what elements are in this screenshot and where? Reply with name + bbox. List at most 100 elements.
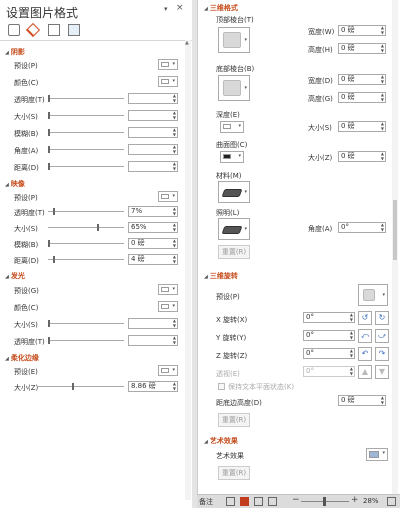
depth-color-picker[interactable]: ▾ bbox=[220, 121, 244, 133]
bottom-bevel-height-input[interactable]: 0 磅 ▲ ▼ bbox=[338, 92, 386, 103]
rotation-3d-reset-button[interactable]: 重置(R) bbox=[218, 413, 250, 427]
fill-line-icon[interactable] bbox=[8, 24, 20, 36]
soft-edges-size-thumb[interactable] bbox=[72, 383, 74, 390]
reflection-section-header[interactable]: ◢ 映像 bbox=[5, 179, 25, 189]
bottom-bevel-picker[interactable]: ▾ bbox=[218, 75, 250, 101]
top-bevel-height-input[interactable]: 0 磅 ▲ ▼ bbox=[338, 43, 386, 54]
glow-color-picker[interactable]: ▾ bbox=[158, 301, 178, 312]
shadow-size-input[interactable]: ▲ ▼ bbox=[128, 110, 178, 121]
normal-view-icon[interactable] bbox=[226, 497, 235, 506]
reflection-blur-input[interactable]: 0 磅 ▲ ▼ bbox=[128, 238, 178, 249]
shadow-color-picker[interactable]: ▾ bbox=[158, 76, 178, 87]
format-3d-section-header[interactable]: ◢ 三维格式 bbox=[204, 3, 238, 13]
top-bevel-width-input[interactable]: 0 磅 ▲ ▼ bbox=[338, 25, 386, 36]
rotate-up-icon[interactable]: ⤺ bbox=[358, 329, 372, 343]
right-pane-scrollbar[interactable] bbox=[392, 0, 398, 494]
shadow-distance-input[interactable]: ▲ ▼ bbox=[128, 161, 178, 172]
zoom-level[interactable]: 28% bbox=[363, 497, 379, 505]
glow-size-input[interactable]: ▲ ▼ bbox=[128, 318, 178, 329]
reading-view-icon[interactable] bbox=[254, 497, 263, 506]
reflection-distance-slider[interactable] bbox=[48, 259, 124, 260]
zoom-out-button[interactable]: − bbox=[292, 495, 300, 505]
rotation-preset-picker[interactable]: ▾ bbox=[358, 284, 388, 306]
rotate-left-icon[interactable]: ↺ bbox=[358, 311, 372, 325]
material-picker[interactable]: ▾ bbox=[218, 181, 250, 203]
reflection-size-input[interactable]: 65% ▲ ▼ bbox=[128, 222, 178, 233]
distance-from-ground-input[interactable]: 0 磅 ▲ ▼ bbox=[338, 395, 386, 406]
glow-transparency-slider[interactable] bbox=[48, 340, 124, 341]
reflection-size-thumb[interactable] bbox=[97, 224, 100, 231]
artistic-effects-section-header[interactable]: ◢ 艺术效果 bbox=[204, 436, 238, 446]
shadow-preset-picker[interactable]: ▾ bbox=[158, 59, 178, 70]
pane-options-dropdown[interactable]: ▾ bbox=[164, 5, 168, 13]
lighting-picker[interactable]: ▾ bbox=[218, 218, 250, 240]
z-rotation-input[interactable]: 0° ▲ ▼ bbox=[303, 348, 355, 359]
shadow-transparency-slider[interactable] bbox=[48, 98, 124, 99]
shadow-distance-thumb[interactable] bbox=[48, 163, 50, 170]
shadow-transparency-thumb[interactable] bbox=[48, 95, 50, 102]
notes-button[interactable]: 备注 bbox=[199, 497, 213, 507]
pane-close-button[interactable]: × bbox=[176, 3, 184, 13]
slide-sorter-icon[interactable] bbox=[240, 497, 249, 506]
slideshow-icon[interactable] bbox=[268, 497, 277, 506]
glow-transparency-input[interactable]: ▲ ▼ bbox=[128, 335, 178, 346]
lighting-angle-input[interactable]: 0° ▲ ▼ bbox=[338, 222, 386, 233]
perspective-up-icon[interactable]: ▲ bbox=[358, 365, 372, 379]
reflection-transparency-input[interactable]: 7% ▲ ▼ bbox=[128, 206, 178, 217]
picture-icon[interactable] bbox=[68, 24, 80, 36]
zoom-slider-thumb[interactable] bbox=[323, 497, 327, 506]
perspective-down-icon[interactable]: ▼ bbox=[375, 365, 389, 379]
left-pane-scrollbar[interactable]: ▲ bbox=[185, 40, 191, 500]
shadow-angle-slider[interactable] bbox=[48, 149, 124, 150]
soft-edges-size-slider[interactable] bbox=[38, 386, 124, 387]
reflection-preset-picker[interactable]: ▾ bbox=[158, 191, 178, 202]
shadow-transparency-input[interactable]: ▲ ▼ bbox=[128, 93, 178, 104]
bottom-bevel-width-input[interactable]: 0 磅 ▲ ▼ bbox=[338, 74, 386, 85]
glow-size-slider[interactable] bbox=[48, 323, 124, 324]
contour-size-input[interactable]: 0 磅 ▲ ▼ bbox=[338, 151, 386, 162]
format-3d-reset-button[interactable]: 重置(R) bbox=[218, 245, 250, 259]
effects-icon[interactable] bbox=[25, 22, 41, 38]
contour-color-picker[interactable]: ▾ bbox=[220, 151, 244, 163]
fit-to-window-icon[interactable] bbox=[387, 497, 396, 506]
shadow-distance-slider[interactable] bbox=[48, 166, 124, 167]
shadow-size-slider[interactable] bbox=[48, 115, 124, 116]
rotate-cw-icon[interactable]: ↷ bbox=[375, 347, 389, 361]
glow-section-header[interactable]: ◢ 发光 bbox=[5, 271, 25, 281]
reflection-blur-slider[interactable] bbox=[48, 243, 124, 244]
depth-size-input[interactable]: 0 磅 ▲ ▼ bbox=[338, 121, 386, 132]
shadow-size-thumb[interactable] bbox=[48, 112, 50, 119]
rotate-down-icon[interactable]: ⤻ bbox=[375, 329, 389, 343]
reflection-transparency-thumb[interactable] bbox=[53, 208, 56, 215]
rotate-right-icon[interactable]: ↻ bbox=[375, 311, 389, 325]
glow-transparency-thumb[interactable] bbox=[48, 337, 50, 344]
glow-preset-picker[interactable]: ▾ bbox=[158, 284, 178, 295]
reflection-distance-thumb[interactable] bbox=[53, 256, 55, 263]
reflection-blur-thumb[interactable] bbox=[48, 240, 50, 247]
reflection-transparency-slider[interactable] bbox=[48, 211, 124, 212]
artistic-effects-picker[interactable]: ▾ bbox=[366, 448, 388, 461]
top-bevel-picker[interactable]: ▾ bbox=[218, 27, 250, 53]
y-rotation-input[interactable]: 0° ▲ ▼ bbox=[303, 330, 355, 341]
reflection-distance-input[interactable]: 4 磅 ▲ ▼ bbox=[128, 254, 178, 265]
zoom-in-button[interactable]: + bbox=[351, 495, 359, 505]
format-picture-pane: 设置图片格式 ▾ × ◢ 阴影 预设(P) ▾ 颜色(C) ▾ 透明度(T) ▲ ▼… bbox=[0, 0, 192, 508]
artistic-effects-reset-button[interactable]: 重置(R) bbox=[218, 466, 250, 480]
glow-size-thumb[interactable] bbox=[48, 320, 50, 327]
shadow-section-header[interactable]: ◢ 阴影 bbox=[5, 47, 25, 57]
soft-edges-preset-picker[interactable]: ▾ bbox=[158, 365, 178, 376]
x-rotation-input[interactable]: 0° ▲ ▼ bbox=[303, 312, 355, 323]
shadow-blur-thumb[interactable] bbox=[48, 129, 50, 136]
rotate-ccw-icon[interactable]: ↶ bbox=[358, 347, 372, 361]
size-properties-icon[interactable] bbox=[48, 24, 60, 36]
soft-edges-section-header[interactable]: ◢ 柔化边缘 bbox=[5, 353, 39, 363]
soft-edges-size-input[interactable]: 8.86 磅 ▲ ▼ bbox=[128, 381, 178, 392]
shadow-angle-thumb[interactable] bbox=[48, 146, 50, 153]
shadow-blur-slider[interactable] bbox=[48, 132, 124, 133]
shadow-angle-input[interactable]: ▲ ▼ bbox=[128, 144, 178, 155]
perspective-input[interactable]: 0° ▲ ▼ bbox=[303, 366, 355, 377]
shadow-blur-input[interactable]: ▲ ▼ bbox=[128, 127, 178, 138]
reflection-size-slider[interactable] bbox=[48, 227, 124, 228]
keep-text-flat-checkbox[interactable] bbox=[218, 383, 225, 390]
rotation-3d-section-header[interactable]: ◢ 三维旋转 bbox=[204, 271, 238, 281]
